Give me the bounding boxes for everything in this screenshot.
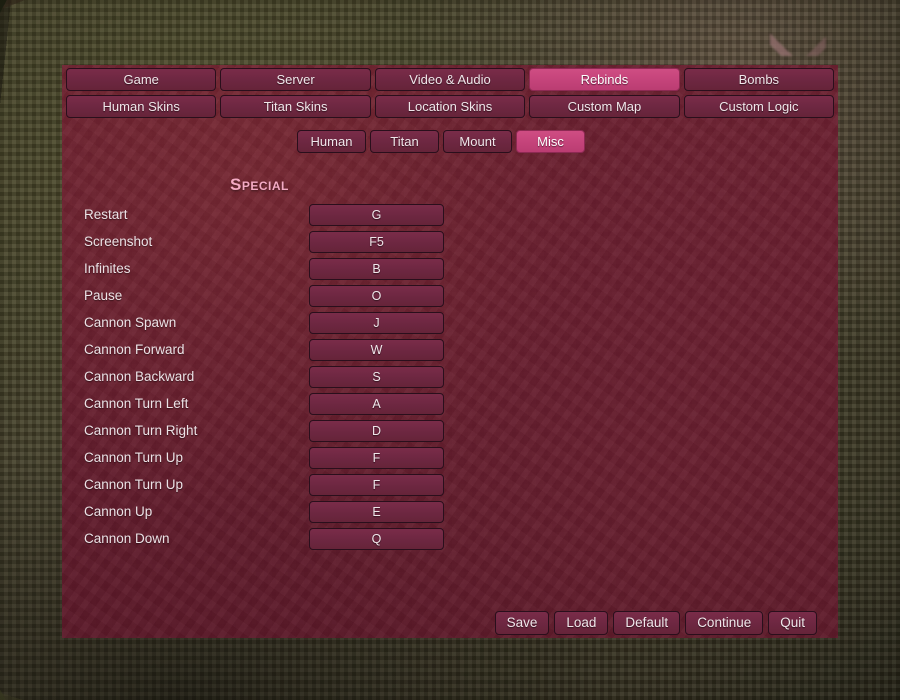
rebind-action-label: Pause	[84, 288, 122, 303]
rebind-action-label: Restart	[84, 207, 128, 222]
rebind-row: Restart G	[62, 204, 838, 231]
rebind-key-button[interactable]: F	[309, 474, 444, 496]
quit-button[interactable]: Quit	[768, 611, 817, 635]
rebind-row: Screenshot F5	[62, 231, 838, 258]
rebind-list: Restart G Screenshot F5 Infinites B Pause O Cann…	[62, 204, 838, 555]
rebind-row: Pause O	[62, 285, 838, 312]
rebind-row: Cannon Turn Up F	[62, 447, 838, 474]
rebind-key-button[interactable]: G	[309, 204, 444, 226]
rebind-row: Cannon Backward S	[62, 366, 838, 393]
rebind-key-button[interactable]: E	[309, 501, 444, 523]
rebind-key-button[interactable]: J	[309, 312, 444, 334]
subtab-human[interactable]: Human	[297, 130, 366, 153]
rebind-action-label: Infinites	[84, 261, 131, 276]
rebind-row: Cannon Turn Left A	[62, 393, 838, 420]
default-button[interactable]: Default	[613, 611, 680, 635]
main-tab-rebinds[interactable]: Rebinds	[529, 68, 679, 91]
subtab-titan[interactable]: Titan	[370, 130, 439, 153]
rebind-key-button[interactable]: O	[309, 285, 444, 307]
main-tab-video-audio[interactable]: Video & Audio	[375, 68, 525, 91]
main-tab-server[interactable]: Server	[220, 68, 370, 91]
main-tab-titan-skins[interactable]: Titan Skins	[220, 95, 370, 118]
section-title-special: Special	[230, 175, 289, 195]
rebind-action-label: Cannon Turn Right	[84, 423, 197, 438]
footer-button-bar: SaveLoadDefaultContinueQuit	[62, 611, 817, 635]
main-tab-game[interactable]: Game	[66, 68, 216, 91]
rebind-key-button[interactable]: F	[309, 447, 444, 469]
rebind-action-label: Cannon Turn Up	[84, 450, 183, 465]
rebind-row: Infinites B	[62, 258, 838, 285]
rebind-key-button[interactable]: Q	[309, 528, 444, 550]
main-tab-custom-logic[interactable]: Custom Logic	[684, 95, 834, 118]
rebind-action-label: Cannon Turn Left	[84, 396, 188, 411]
rebind-action-label: Cannon Forward	[84, 342, 185, 357]
rebind-row: Cannon Spawn J	[62, 312, 838, 339]
rebind-action-label: Cannon Up	[84, 504, 152, 519]
rebind-row: Cannon Forward W	[62, 339, 838, 366]
rebind-action-label: Cannon Backward	[84, 369, 194, 384]
rebind-row: Cannon Turn Right D	[62, 420, 838, 447]
rebind-subtab-bar: HumanTitanMountMisc	[297, 130, 585, 153]
rebind-action-label: Screenshot	[84, 234, 152, 249]
rebind-action-label: Cannon Down	[84, 531, 170, 546]
save-button[interactable]: Save	[495, 611, 550, 635]
main-tab-bombs[interactable]: Bombs	[684, 68, 834, 91]
rebind-key-button[interactable]: W	[309, 339, 444, 361]
rebind-action-label: Cannon Turn Up	[84, 477, 183, 492]
rebind-key-button[interactable]: B	[309, 258, 444, 280]
rebind-row: Cannon Down Q	[62, 528, 838, 555]
rebind-action-label: Cannon Spawn	[84, 315, 176, 330]
main-tab-custom-map[interactable]: Custom Map	[529, 95, 679, 118]
main-tab-row-1: GameServerVideo & AudioRebindsBombs	[66, 68, 834, 91]
load-button[interactable]: Load	[554, 611, 608, 635]
continue-button[interactable]: Continue	[685, 611, 763, 635]
main-tab-bar: GameServerVideo & AudioRebindsBombs Huma…	[66, 68, 834, 118]
rebind-key-button[interactable]: D	[309, 420, 444, 442]
rebind-row: Cannon Up E	[62, 501, 838, 528]
rebind-key-button[interactable]: S	[309, 366, 444, 388]
subtab-mount[interactable]: Mount	[443, 130, 512, 153]
rebind-key-button[interactable]: F5	[309, 231, 444, 253]
main-tab-human-skins[interactable]: Human Skins	[66, 95, 216, 118]
main-tab-location-skins[interactable]: Location Skins	[375, 95, 525, 118]
main-tab-row-2: Human SkinsTitan SkinsLocation SkinsCust…	[66, 95, 834, 118]
settings-panel: GameServerVideo & AudioRebindsBombs Huma…	[62, 65, 838, 638]
rebind-key-button[interactable]: A	[309, 393, 444, 415]
subtab-misc[interactable]: Misc	[516, 130, 585, 153]
rebind-row: Cannon Turn Up F	[62, 474, 838, 501]
